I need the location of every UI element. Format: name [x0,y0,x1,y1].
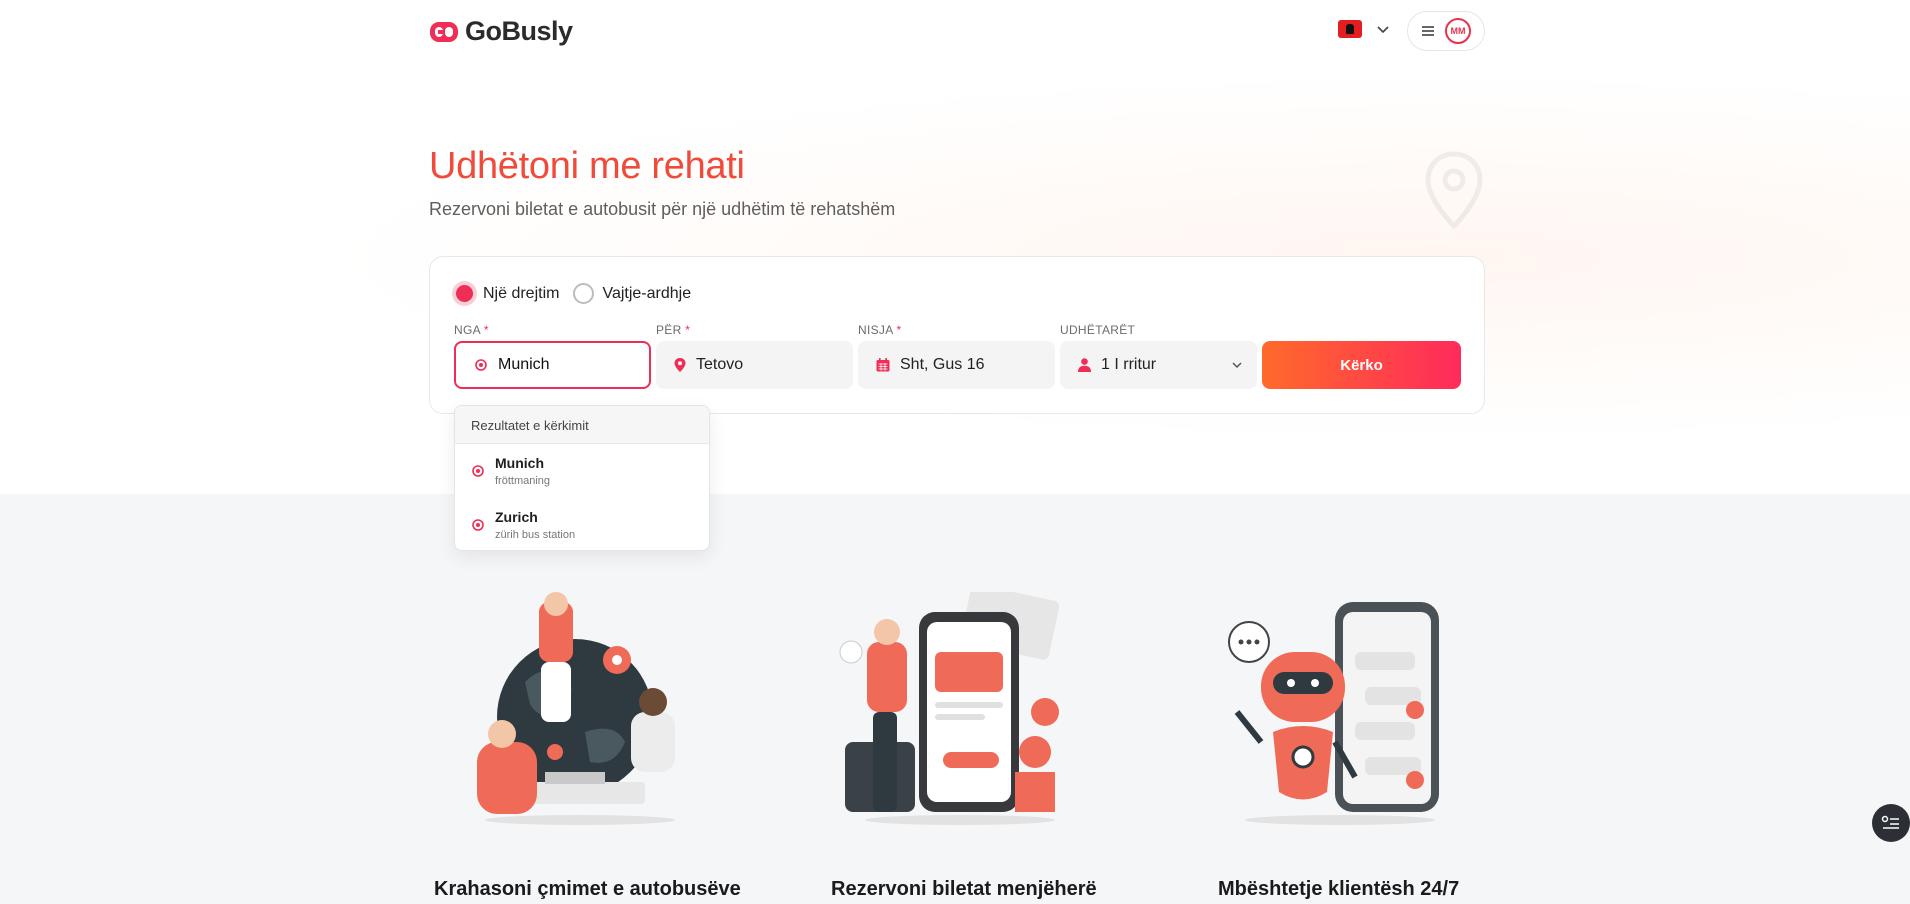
user-icon [1078,358,1091,372]
albania-flag-icon [1338,20,1362,38]
date-label: NISJA * [858,323,902,337]
list-settings-icon [1881,815,1899,829]
trip-type-group: Një drejtim Vajtje-ardhje [454,283,691,304]
support-robot-illustration [1228,602,1439,825]
gobusly-logo-icon [430,21,458,42]
date-field[interactable]: Sht, Gus 16 [858,341,1055,389]
avatar: MM [1445,18,1471,44]
trip-type-label: Një drejtim [483,284,560,302]
trip-type-one-way[interactable]: Një drejtim [454,283,559,304]
logo[interactable]: GoBusly [429,16,573,47]
radio-unselected-icon[interactable] [573,283,595,304]
hamburger-icon [1422,26,1434,36]
language-selector[interactable] [1338,20,1390,38]
search-results-dropdown: Rezultatet e kërkimit Munich fröttmaning… [454,405,710,551]
search-button[interactable]: Kërko [1262,341,1461,389]
result-station: fröttmaning [495,475,551,487]
radio-selected-icon[interactable] [454,283,475,304]
search-card: Një drejtim Vajtje-ardhje NGA * PËR * NI… [429,256,1485,414]
to-field[interactable]: Tetovo [656,341,853,389]
list-item[interactable]: Zurich zürih bus station [455,498,709,550]
list-item[interactable]: Munich fröttmaning [455,444,709,498]
to-label: PËR * [656,323,691,337]
from-field[interactable] [454,341,651,389]
globe-travelers-illustration [477,592,675,825]
logo-text: GoBusly [465,16,573,46]
mobile-payment-illustration [839,592,1060,825]
location-target-icon [472,519,484,531]
chevron-down-icon [1232,362,1242,369]
site-header: GoBusly MM [0,0,1910,64]
from-input[interactable] [498,356,628,374]
passengers-label: UDHËTARËT [1060,323,1136,337]
location-pin-icon [674,358,686,372]
dropdown-header: Rezultatet e kërkimit [455,406,709,444]
location-pin-icon [1425,151,1483,230]
feature-title: Krahasoni çmimet e autobusëve [434,878,741,900]
location-target-icon [475,359,487,371]
features-section: Krahasoni çmimet e autobusëve Rezervoni … [0,494,1910,904]
calendar-icon [876,358,890,372]
page-title: Udhëtoni me rehati [429,145,745,187]
result-name: Munich [495,455,544,471]
date-value: Sht, Gus 16 [900,356,985,373]
passengers-value: 1 I rritur [1101,356,1157,373]
from-label: NGA * [454,323,489,337]
trip-type-label: Vajtje-ardhje [602,284,692,302]
to-value: Tetovo [696,356,744,373]
location-target-icon [472,465,484,477]
account-menu-button[interactable]: MM [1407,11,1485,51]
page-subtitle: Rezervoni biletat e autobusit për një ud… [429,199,896,219]
result-station: zürih bus station [495,529,576,541]
chevron-down-icon [1377,26,1389,34]
feature-title: Mbështetje klientësh 24/7 [1218,878,1460,900]
trip-type-round-trip[interactable]: Vajtje-ardhje [573,283,691,304]
passengers-field[interactable]: 1 I rritur [1060,341,1257,389]
floating-menu-button[interactable] [1872,804,1910,842]
feature-title: Rezervoni biletat menjëherë [831,878,1097,900]
result-name: Zurich [495,509,538,525]
